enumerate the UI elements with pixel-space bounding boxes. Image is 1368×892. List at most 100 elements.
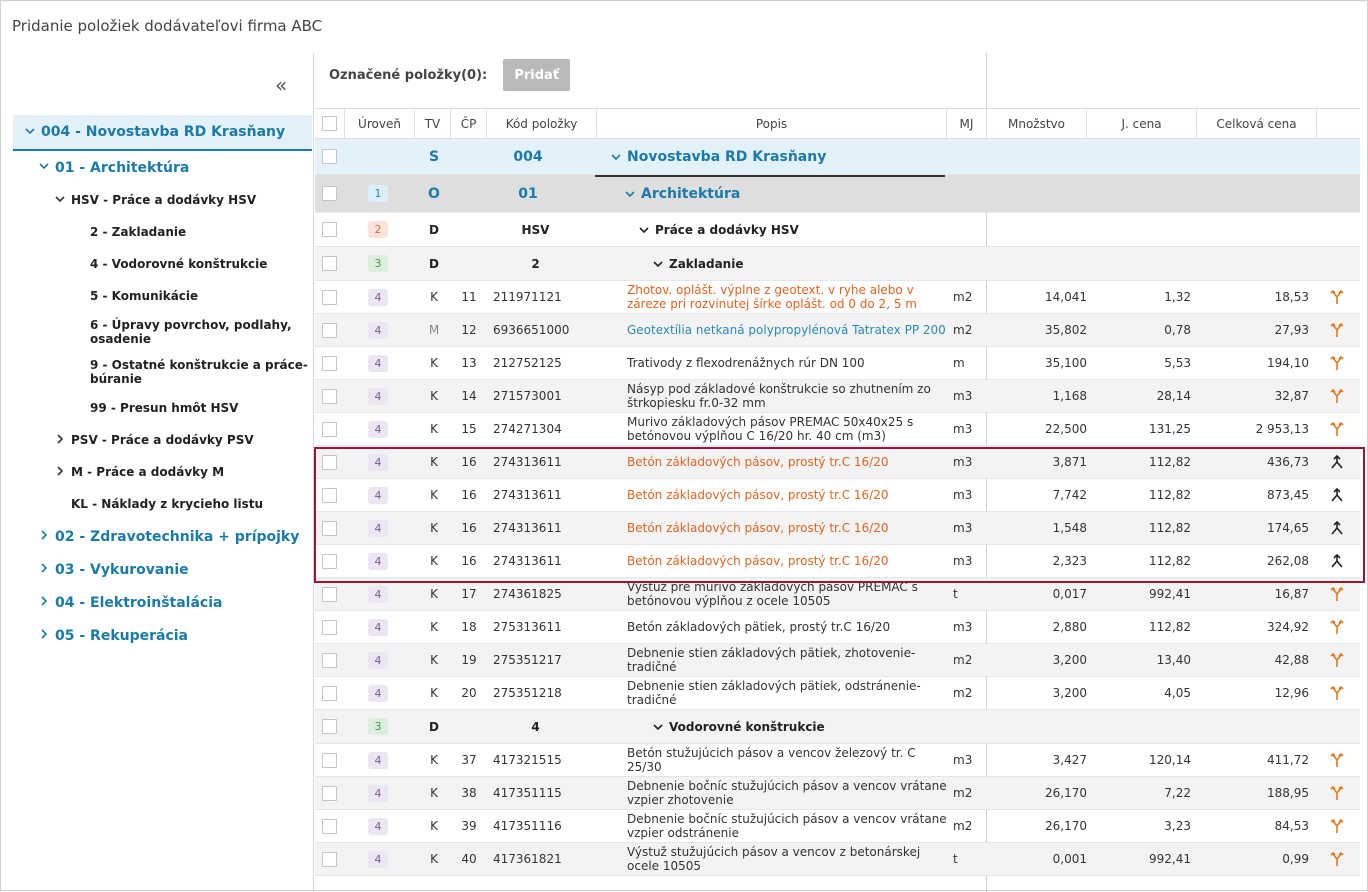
row-checkbox[interactable]: [322, 512, 338, 544]
table-row[interactable]: 4 K 15 274271304 Murivo základových pásov PR…: [315, 413, 1360, 446]
table-row[interactable]: 4 K 39 417351116 Debnenie bočníc stužujúcich…: [315, 810, 1360, 843]
tree-node[interactable]: HSV - Práce a dodávky HSV: [13, 184, 312, 216]
tree-node[interactable]: 004 - Novostavba RD Krasňany: [13, 115, 312, 151]
table-row[interactable]: 3 D 2 Zakladanie: [315, 247, 1360, 281]
chevron-right-icon[interactable]: [53, 465, 67, 479]
split-icon[interactable]: [1325, 347, 1349, 379]
row-checkbox[interactable]: [322, 644, 338, 676]
row-checkbox[interactable]: [322, 777, 338, 809]
select-all-checkbox[interactable]: [315, 109, 345, 138]
collapse-sidebar-icon[interactable]: «: [275, 75, 287, 95]
tree-node[interactable]: 5 - Komunikácie: [13, 280, 312, 312]
row-checkbox[interactable]: [322, 413, 338, 445]
chevron-right-icon[interactable]: [53, 433, 67, 447]
table-row[interactable]: 1 O 01 Architektúra: [315, 175, 1360, 213]
merge-icon[interactable]: [1325, 545, 1349, 577]
tree-node[interactable]: M - Práce a dodávky M: [13, 456, 312, 488]
split-icon[interactable]: [1325, 644, 1349, 676]
table-row[interactable]: 4 K 16 274313611 Betón základových pásov, pr…: [315, 446, 1360, 479]
table-row[interactable]: 4 K 37 417321515 Betón stužujúcich pásov a v…: [315, 744, 1360, 777]
table-row[interactable]: 4 K 20 275351218 Debnenie stien základových …: [315, 677, 1360, 710]
table-row[interactable]: 4 K 14 271573001 Násyp pod základové konštru…: [315, 380, 1360, 413]
merge-icon[interactable]: [1325, 479, 1349, 511]
tree-node[interactable]: 9 - Ostatné konštrukcie a práce-búranie: [13, 352, 312, 392]
chevron-right-icon[interactable]: [37, 563, 51, 576]
row-checkbox[interactable]: [322, 139, 338, 174]
tree-node[interactable]: 04 - Elektroinštalácia: [13, 586, 312, 619]
row-checkbox[interactable]: [322, 213, 338, 246]
table-row[interactable]: 4 K 16 274313611 Betón základových pásov, pr…: [315, 545, 1360, 578]
merge-icon[interactable]: [1325, 512, 1349, 544]
split-icon[interactable]: [1325, 677, 1349, 709]
row-checkbox[interactable]: [322, 677, 338, 709]
table-row[interactable]: 4 K 19 275351217 Debnenie stien základových …: [315, 644, 1360, 677]
col-header-tv[interactable]: TV: [415, 109, 451, 138]
row-checkbox[interactable]: [322, 281, 338, 313]
tree-node[interactable]: 99 - Presun hmôt HSV: [13, 392, 312, 424]
split-icon[interactable]: [1325, 314, 1349, 346]
split-icon[interactable]: [1325, 281, 1349, 313]
row-checkbox[interactable]: [322, 744, 338, 776]
chevron-down-icon[interactable]: [53, 194, 67, 207]
group-title[interactable]: Práce a dodávky HSV: [639, 213, 969, 246]
split-icon[interactable]: [1325, 744, 1349, 776]
row-checkbox[interactable]: [322, 446, 338, 478]
table-row[interactable]: 4 K 40 417361821 Výstuž stužujúcich pásov a …: [315, 843, 1360, 876]
table-row[interactable]: 2 D HSV Práce a dodávky HSV: [315, 213, 1360, 247]
tree-node[interactable]: 01 - Architektúra: [13, 151, 312, 184]
tree-node[interactable]: 4 - Vodorovné konštrukcie: [13, 248, 312, 280]
row-checkbox[interactable]: [322, 175, 338, 212]
split-icon[interactable]: [1325, 578, 1349, 610]
tree-node[interactable]: 03 - Vykurovanie: [13, 553, 312, 586]
row-checkbox[interactable]: [322, 810, 338, 842]
table-row[interactable]: 4 K 17 274361825 Výstuž pre murivo základový…: [315, 578, 1360, 611]
group-title[interactable]: Novostavba RD Krasňany: [611, 139, 941, 174]
group-title[interactable]: Architektúra: [625, 175, 955, 212]
row-checkbox[interactable]: [322, 247, 338, 280]
tree-node[interactable]: 02 - Zdravotechnika + prípojky: [13, 520, 312, 553]
tree-node[interactable]: 6 - Úpravy povrchov, podlahy, osadenie: [13, 312, 312, 352]
chevron-right-icon[interactable]: [37, 596, 51, 609]
split-icon[interactable]: [1325, 380, 1349, 412]
table-row[interactable]: 4 K 13 212752125 Trativody z flexodrenážnych…: [315, 347, 1360, 380]
chevron-right-icon[interactable]: [37, 530, 51, 543]
merge-icon[interactable]: [1325, 446, 1349, 478]
col-header-jcena[interactable]: J. cena: [1087, 109, 1197, 138]
table-row[interactable]: 4 K 16 274313611 Betón základových pásov, pr…: [315, 479, 1360, 512]
col-header-cp[interactable]: ČP: [451, 109, 487, 138]
chevron-down-icon[interactable]: [23, 126, 37, 139]
row-checkbox[interactable]: [322, 843, 338, 875]
table-row[interactable]: 4 K 38 417351115 Debnenie bočníc stužujúcich…: [315, 777, 1360, 810]
table-row[interactable]: 4 K 11 211971121 Zhotov. oplášt. výplne z ge…: [315, 281, 1360, 314]
tree-node[interactable]: 2 - Zakladanie: [13, 216, 312, 248]
split-icon[interactable]: [1325, 611, 1349, 643]
row-checkbox[interactable]: [322, 611, 338, 643]
split-icon[interactable]: [1325, 413, 1349, 445]
col-header-mj[interactable]: MJ: [947, 109, 987, 138]
table-row[interactable]: 4 M 12 6936651000 Geotextília netkaná polypr…: [315, 314, 1360, 347]
col-header-popis[interactable]: Popis: [597, 109, 947, 138]
row-checkbox[interactable]: [322, 578, 338, 610]
row-checkbox[interactable]: [322, 347, 338, 379]
col-header-kod[interactable]: Kód položky: [487, 109, 597, 138]
col-header-celkova-cena[interactable]: Celková cena: [1197, 109, 1317, 138]
group-title[interactable]: Vodorovné konštrukcie: [653, 710, 983, 743]
table-row[interactable]: 4 K 18 275313611 Betón základových pätiek, p…: [315, 611, 1360, 644]
tree-node[interactable]: KL - Náklady z krycieho listu: [13, 488, 312, 520]
split-icon[interactable]: [1325, 777, 1349, 809]
row-checkbox[interactable]: [322, 545, 338, 577]
group-title[interactable]: Zakladanie: [653, 247, 983, 280]
table-row[interactable]: 4 K 16 274313611 Betón základových pásov, pr…: [315, 512, 1360, 545]
split-icon[interactable]: [1325, 810, 1349, 842]
row-checkbox[interactable]: [322, 479, 338, 511]
chevron-right-icon[interactable]: [37, 629, 51, 642]
tree-node[interactable]: PSV - Práce a dodávky PSV: [13, 424, 312, 456]
add-button[interactable]: Pridať: [503, 59, 571, 91]
row-checkbox[interactable]: [322, 380, 338, 412]
table-row[interactable]: 3 D 4 Vodorovné konštrukcie: [315, 710, 1360, 744]
row-checkbox[interactable]: [322, 314, 338, 346]
col-header-uroven[interactable]: Úroveň: [345, 109, 415, 138]
col-header-mnozstvo[interactable]: Množstvo: [987, 109, 1087, 138]
table-row[interactable]: S 004 Novostavba RD Krasňany: [315, 139, 1360, 175]
chevron-down-icon[interactable]: [37, 161, 51, 174]
